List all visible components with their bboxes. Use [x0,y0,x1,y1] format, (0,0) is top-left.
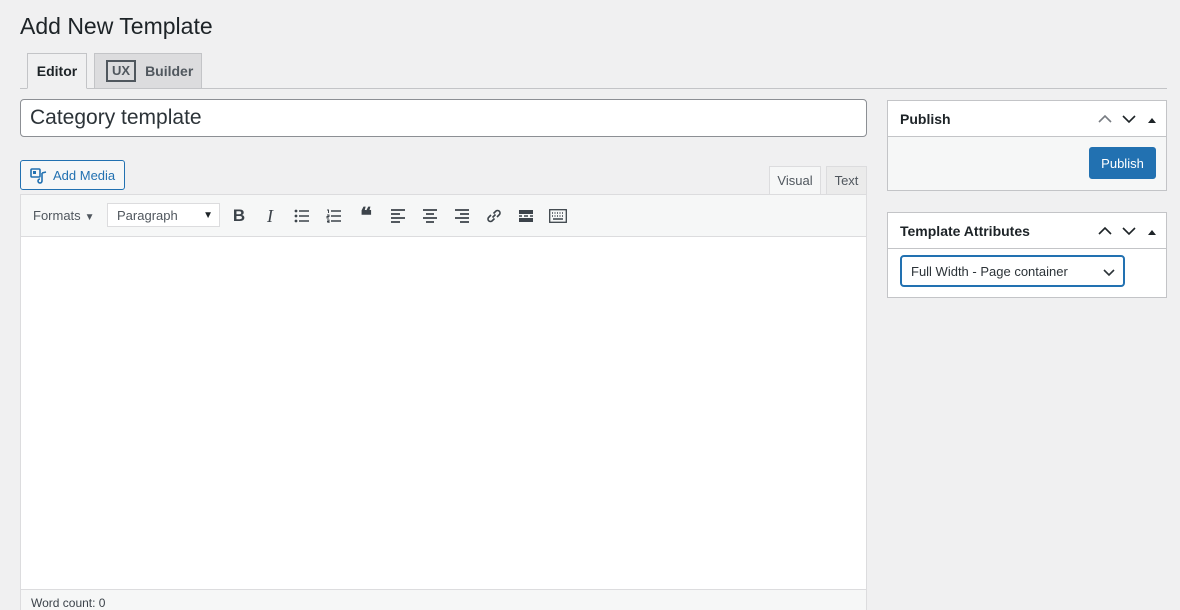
content-editor[interactable]: Formats ▼ Paragraph ▼ B I ❝ Word count: … [20,194,867,610]
formats-menu[interactable]: Formats ▼ [33,208,95,223]
template-select[interactable]: Full Width - Page container [900,255,1125,287]
template-select-value: Full Width - Page container [911,263,1068,279]
align-center-icon[interactable] [419,205,441,227]
italic-icon[interactable]: I [259,205,281,227]
link-icon[interactable] [483,205,505,227]
paragraph-format-value: Paragraph [117,207,178,223]
word-count: Word count: 0 [21,589,866,610]
publish-actions: Publish [888,137,1166,190]
publish-panel-header[interactable]: Publish [888,101,1166,137]
toggle-panel-icon[interactable] [1146,111,1158,127]
toggle-panel-icon[interactable] [1146,223,1158,239]
editor-tabs: Editor UX Builder [20,53,1167,89]
align-left-icon[interactable] [387,205,409,227]
move-down-icon[interactable] [1122,223,1136,239]
formats-label: Formats [33,208,81,223]
editor-toolbar: Formats ▼ Paragraph ▼ B I ❝ [21,195,866,237]
caret-down-icon: ▼ [84,212,95,223]
move-down-icon[interactable] [1122,111,1136,127]
toolbar-toggle-icon[interactable] [547,205,569,227]
tab-text[interactable]: Text [826,166,867,195]
paragraph-format-select[interactable]: Paragraph ▼ [107,203,220,227]
tab-editor[interactable]: Editor [27,53,87,89]
tab-ux-builder[interactable]: UX Builder [94,53,202,89]
add-media-label: Add Media [53,167,116,183]
tab-builder-label: Builder [145,63,194,79]
template-attributes-panel: Template Attributes Full Width - Page co… [887,212,1167,298]
move-up-icon[interactable] [1098,111,1112,127]
post-title-input[interactable]: Category template [20,99,867,137]
add-media-button[interactable]: Add Media [20,160,125,190]
template-attributes-header[interactable]: Template Attributes [888,213,1166,249]
tab-visual[interactable]: Visual [769,166,821,195]
numbered-list-icon[interactable] [323,205,345,227]
page-title: Add New Template [20,13,213,39]
bullet-list-icon[interactable] [291,205,313,227]
blockquote-icon[interactable]: ❝ [355,203,377,228]
align-right-icon[interactable] [451,205,473,227]
bold-icon[interactable]: B [228,205,250,227]
read-more-icon[interactable] [515,205,537,227]
template-attributes-title: Template Attributes [900,222,1030,239]
publish-panel: Publish Publish [887,100,1167,191]
media-icon [30,167,47,184]
publish-button[interactable]: Publish [1089,147,1156,179]
ux-logo-icon: UX [106,60,137,82]
caret-down-icon: ▼ [203,209,213,221]
move-up-icon[interactable] [1098,223,1112,239]
publish-panel-title: Publish [900,110,951,127]
chevron-down-icon [1103,265,1115,280]
